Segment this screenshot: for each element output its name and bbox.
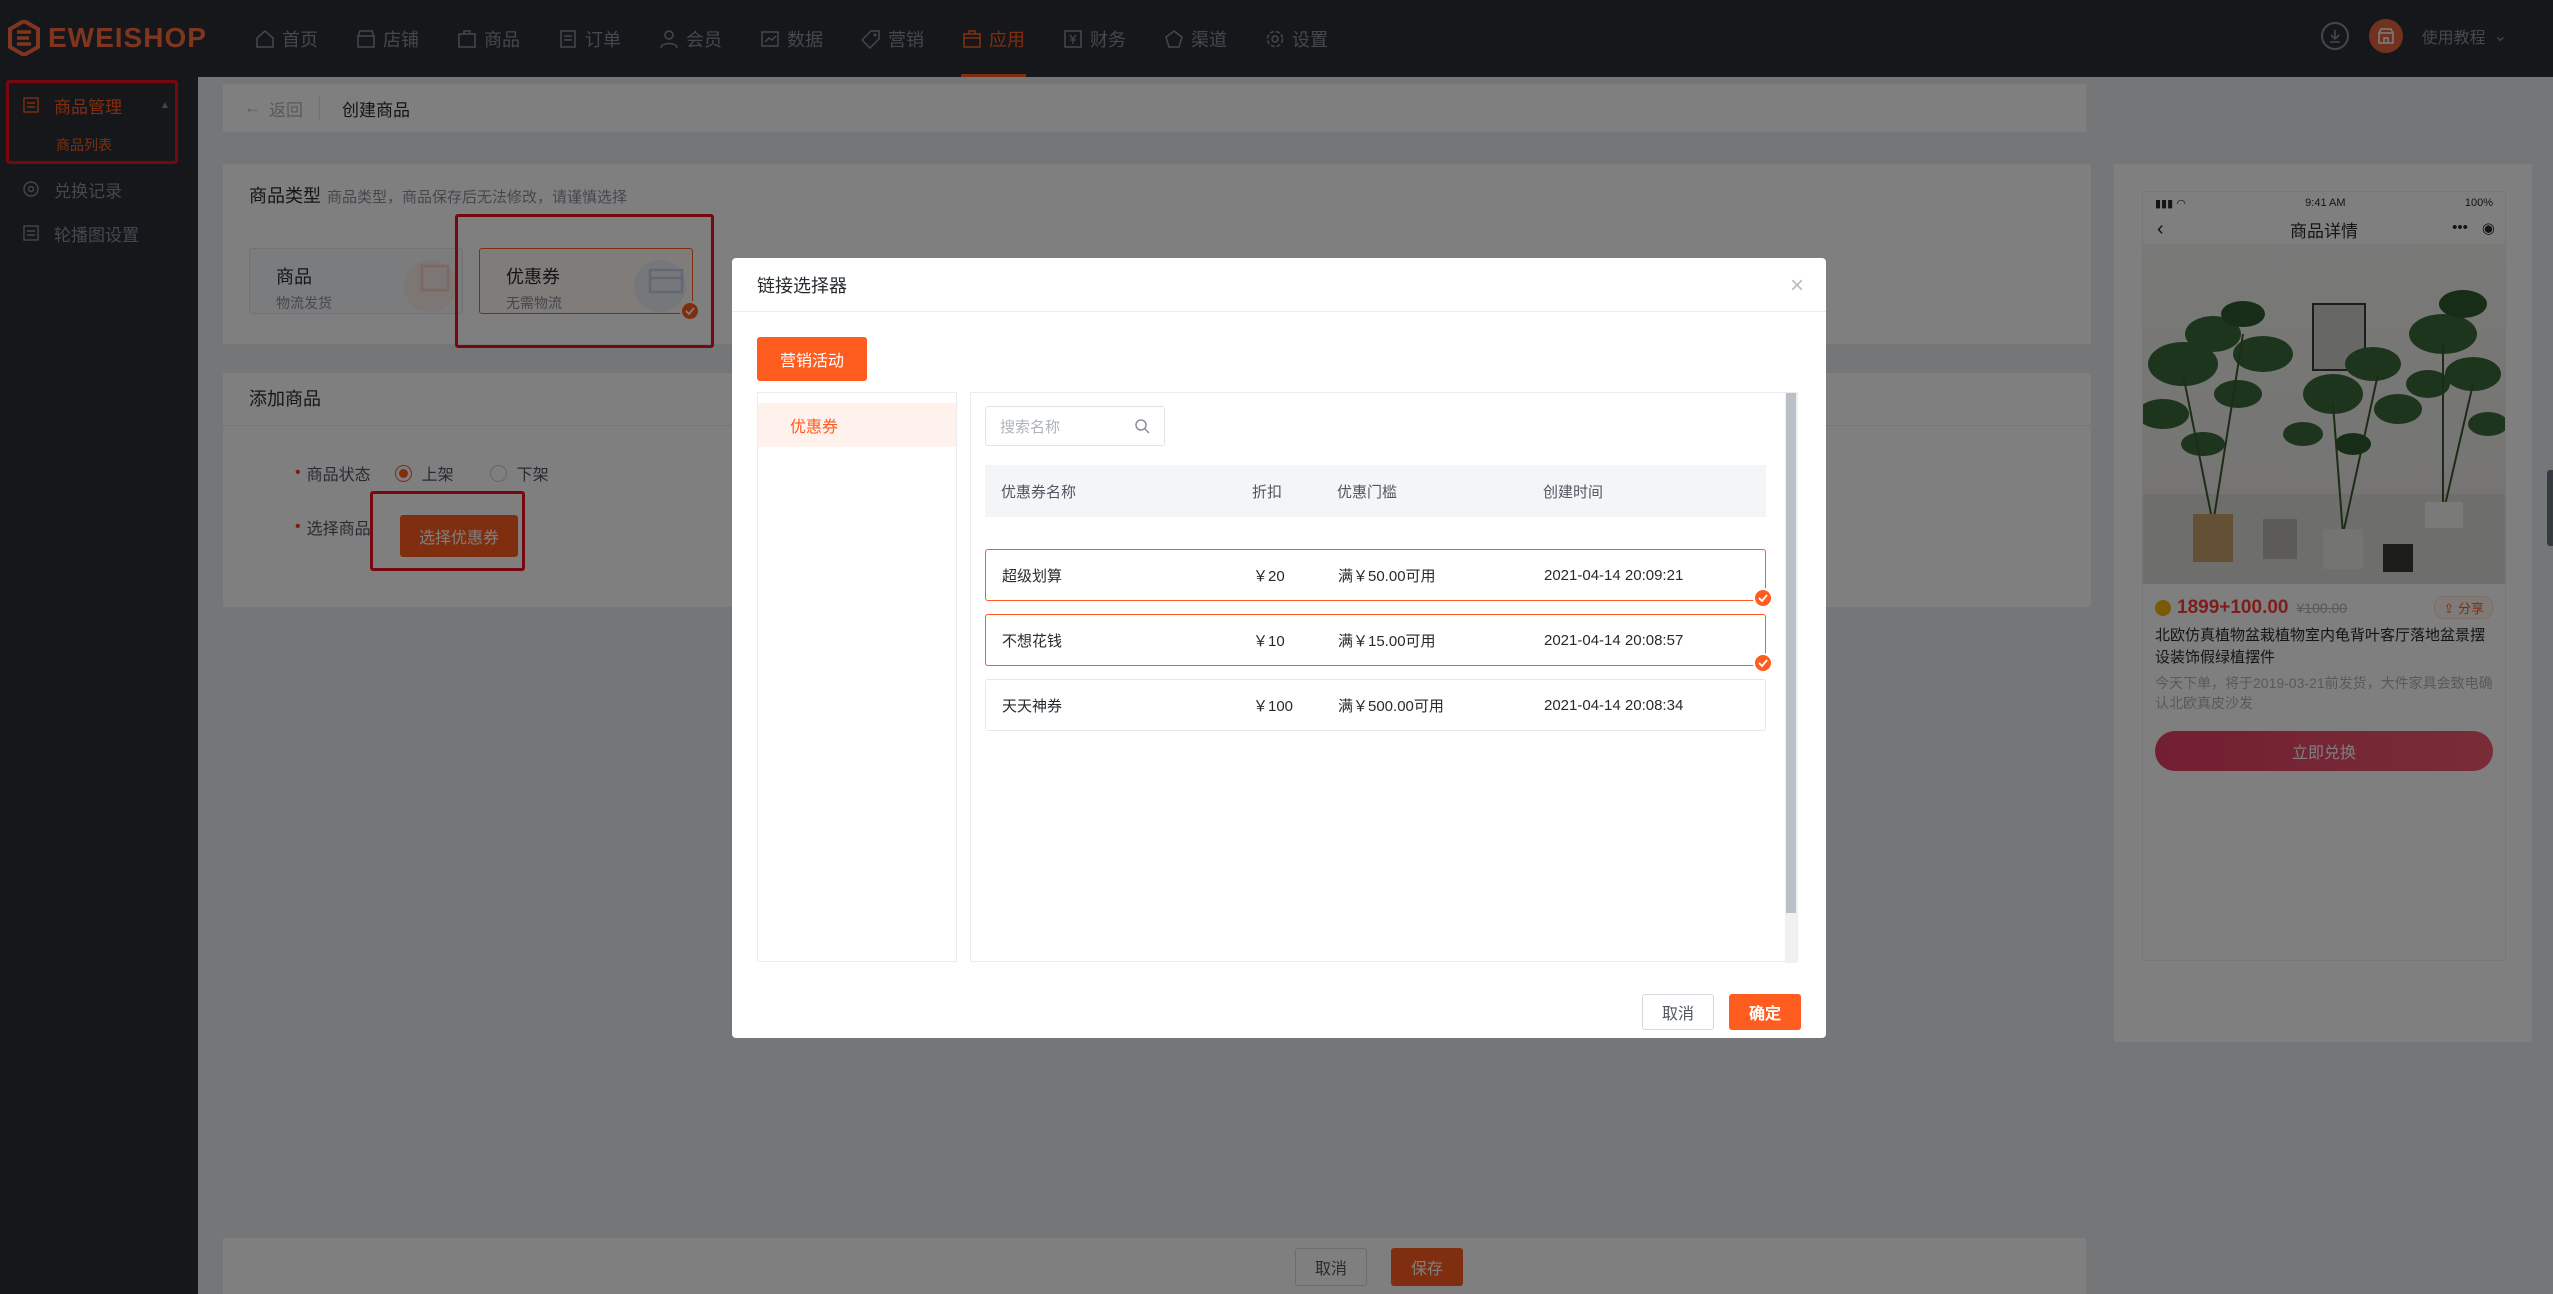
coupon-created: 2021-04-14 20:08:57 bbox=[1544, 631, 1684, 649]
scrollbar[interactable] bbox=[1785, 393, 1797, 963]
coupon-created: 2021-04-14 20:08:34 bbox=[1544, 696, 1684, 714]
column-header: 折扣 bbox=[1252, 483, 1283, 501]
search-input[interactable]: 搜索名称 bbox=[985, 406, 1165, 446]
table-row[interactable]: 不想花钱 ￥10 满￥15.00可用 2021-04-14 20:08:57 bbox=[985, 614, 1773, 673]
modal-header: 链接选择器 × bbox=[732, 258, 1826, 312]
modal-title: 链接选择器 bbox=[757, 275, 847, 296]
category-item-coupon[interactable]: 优惠券 bbox=[758, 403, 956, 447]
coupon-threshold: 满￥50.00可用 bbox=[1338, 567, 1436, 585]
modal-confirm-button[interactable]: 确定 bbox=[1729, 994, 1801, 1030]
category-list: 优惠券 bbox=[757, 392, 957, 962]
coupon-list-area: 搜索名称 优惠券名称 折扣 优惠门槛 创建时间 超级划算 ￥20 满￥50.00… bbox=[970, 392, 1798, 963]
coupon-name: 天天神券 bbox=[1002, 697, 1063, 715]
column-header: 优惠门槛 bbox=[1337, 483, 1398, 501]
table-header: 优惠券名称 折扣 优惠门槛 创建时间 bbox=[985, 465, 1766, 517]
close-icon[interactable]: × bbox=[1790, 272, 1804, 300]
coupon-threshold: 满￥500.00可用 bbox=[1338, 697, 1444, 715]
coupon-discount: ￥10 bbox=[1253, 632, 1285, 650]
check-icon bbox=[1753, 588, 1773, 608]
coupon-name: 不想花钱 bbox=[1002, 632, 1063, 650]
link-selector-modal: 链接选择器 × 营销活动 优惠券 搜索名称 优惠券名称 折扣 优惠门槛 创建时间… bbox=[732, 258, 1826, 1038]
tab-marketing[interactable]: 营销活动 bbox=[757, 337, 867, 381]
table-row[interactable]: 天天神券 ￥100 满￥500.00可用 2021-04-14 20:08:34 bbox=[985, 679, 1766, 731]
column-header: 创建时间 bbox=[1543, 483, 1604, 501]
scrollbar-thumb[interactable] bbox=[1786, 393, 1796, 913]
coupon-created: 2021-04-14 20:09:21 bbox=[1544, 566, 1684, 584]
check-icon bbox=[1753, 653, 1773, 673]
coupon-discount: ￥20 bbox=[1253, 567, 1285, 585]
coupon-discount: ￥100 bbox=[1253, 697, 1294, 715]
coupon-threshold: 满￥15.00可用 bbox=[1338, 632, 1436, 650]
search-placeholder: 搜索名称 bbox=[1000, 418, 1061, 436]
table-row[interactable]: 超级划算 ￥20 满￥50.00可用 2021-04-14 20:09:21 bbox=[985, 549, 1773, 608]
search-icon bbox=[1135, 419, 1150, 434]
column-header: 优惠券名称 bbox=[1001, 483, 1077, 501]
coupon-name: 超级划算 bbox=[1002, 567, 1063, 585]
modal-cancel-button[interactable]: 取消 bbox=[1642, 994, 1714, 1030]
